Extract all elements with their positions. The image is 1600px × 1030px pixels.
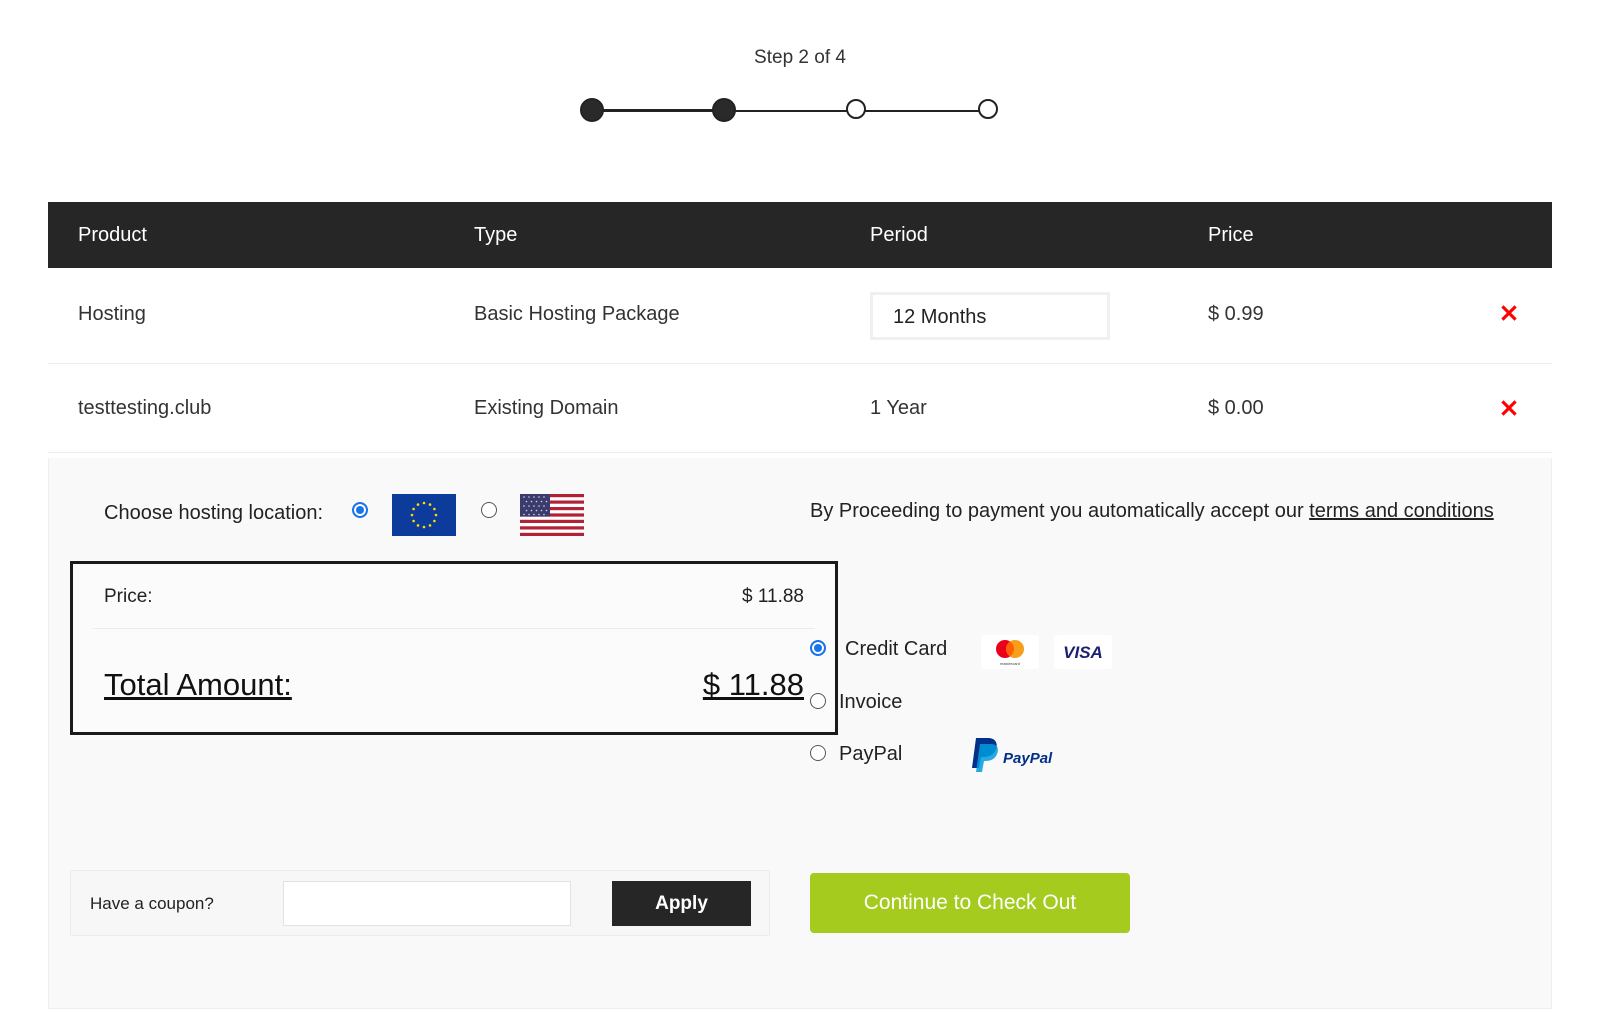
svg-text:PayPal: PayPal (1003, 750, 1053, 767)
coupon-section: Have a coupon? Apply (70, 870, 770, 936)
product-period: 1 Year (870, 397, 927, 419)
table-row: Hosting Basic Hosting Package 12 Months … (48, 268, 1552, 364)
step-2-dot (712, 98, 736, 122)
terms-link[interactable]: terms and conditions (1309, 500, 1494, 522)
total-amount-label: Total Amount: (104, 667, 292, 702)
table-row: testtesting.club Existing Domain 1 Year … (48, 364, 1552, 453)
payment-paypal-radio[interactable] (810, 745, 826, 761)
visa-logo: VISA (1054, 635, 1112, 669)
cart-table: Product Type Period Price Hosting Basic … (48, 202, 1552, 453)
payment-invoice-radio[interactable] (810, 693, 826, 709)
payment-credit-card-radio[interactable] (810, 640, 826, 656)
progress-stepper (580, 95, 1000, 125)
payment-credit-card-label: Credit Card (845, 638, 948, 660)
remove-item-icon[interactable] (1498, 397, 1520, 419)
step-connector-1 (592, 109, 718, 112)
continue-checkout-button[interactable]: Continue to Check Out (810, 873, 1130, 933)
step-connector-2 (726, 110, 850, 112)
svg-text:mastercard: mastercard (1000, 661, 1020, 666)
terms-text: By Proceeding to payment you automatical… (810, 500, 1310, 522)
step-indicator-label: Step 2 of 4 (754, 47, 846, 68)
coupon-label: Have a coupon? (90, 894, 214, 913)
step-1-dot (580, 98, 604, 122)
product-price: $ 0.00 (1208, 397, 1264, 419)
product-name: Hosting (78, 303, 146, 325)
step-4-dot (978, 99, 998, 119)
period-select[interactable]: 12 Months (870, 292, 1110, 340)
product-name: testtesting.club (78, 397, 212, 419)
total-amount-value: $ 11.88 (702, 667, 804, 702)
eu-flag-icon (392, 494, 456, 536)
summary-divider (93, 628, 815, 629)
product-type: Basic Hosting Package (474, 303, 680, 325)
location-eu-radio[interactable] (352, 502, 368, 518)
order-summary: Price: $ 11.88 Total Amount: $ 11.88 (70, 561, 838, 735)
hosting-location-label: Choose hosting location: (104, 502, 324, 524)
product-type: Existing Domain (474, 397, 619, 419)
us-flag-icon (520, 494, 584, 536)
paypal-logo: PayPal (972, 738, 1053, 772)
mastercard-logo: mastercard (981, 635, 1039, 669)
location-us-radio[interactable] (481, 502, 497, 518)
header-price: Price (1208, 224, 1254, 246)
apply-coupon-button[interactable]: Apply (612, 881, 751, 926)
coupon-input[interactable] (283, 881, 571, 926)
summary-price-value: $ 11.88 (742, 586, 804, 607)
terms-notice: By Proceeding to payment you automatical… (810, 500, 1494, 523)
payment-paypal-label: PayPal (839, 743, 903, 765)
header-product: Product (78, 224, 147, 246)
svg-text:VISA: VISA (1063, 643, 1103, 662)
step-connector-3 (858, 110, 982, 112)
summary-price-label: Price: (104, 586, 153, 607)
step-3-dot (846, 99, 866, 119)
product-price: $ 0.99 (1208, 303, 1264, 325)
header-type: Type (474, 224, 518, 246)
payment-invoice-label: Invoice (839, 691, 903, 713)
remove-item-icon[interactable] (1498, 302, 1520, 324)
header-period: Period (870, 224, 928, 246)
table-header: Product Type Period Price (48, 202, 1552, 268)
